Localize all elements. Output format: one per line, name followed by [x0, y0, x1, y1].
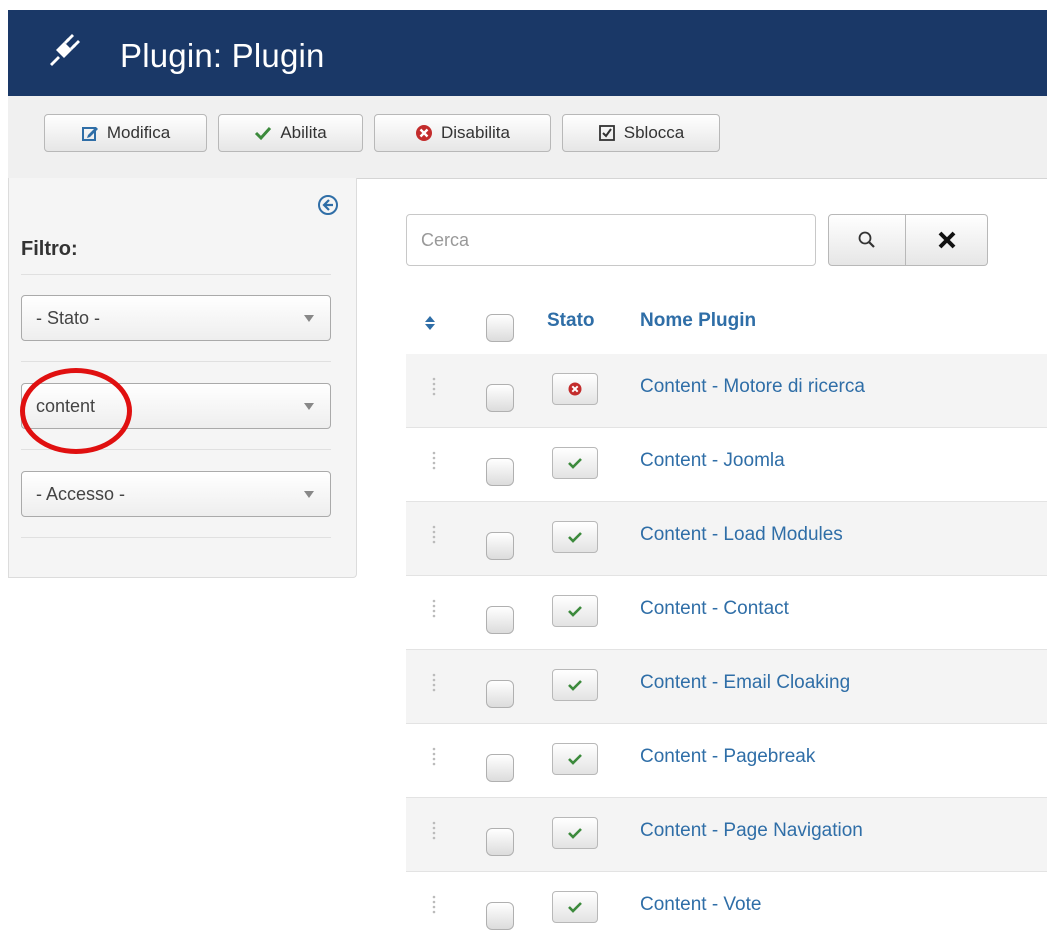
table-row: Content - Load Modules	[406, 502, 1047, 576]
chevron-down-icon	[304, 491, 314, 498]
plugin-name-link[interactable]: Content - Email Cloaking	[640, 672, 850, 694]
check-icon	[568, 754, 582, 765]
edit-button-label: Modifica	[106, 123, 171, 142]
table-row: Content - Page Navigation	[406, 798, 1047, 872]
check-icon	[568, 606, 582, 617]
disable-button[interactable]: Disabilita	[374, 114, 551, 152]
drag-handle-icon[interactable]	[432, 376, 436, 396]
row-checkbox[interactable]	[486, 754, 514, 782]
edit-icon	[81, 127, 98, 141]
status-enabled-button[interactable]	[552, 669, 598, 701]
table-row: Content - Motore di ricerca	[406, 354, 1047, 428]
status-enabled-button[interactable]	[552, 743, 598, 775]
clear-search-button[interactable]	[906, 214, 988, 266]
column-header-name[interactable]: Nome Plugin	[640, 310, 756, 332]
search-input[interactable]	[406, 214, 816, 266]
filter-sidebar: Filtro: - Stato - content - Accesso -	[8, 178, 357, 578]
check-icon	[568, 458, 582, 469]
page-title: Plugin: Plugin	[120, 37, 325, 74]
table-row: Content - Joomla	[406, 428, 1047, 502]
table-row: Content - Email Cloaking	[406, 650, 1047, 724]
sort-icon[interactable]	[424, 314, 436, 332]
arrow-left-circle-icon[interactable]	[317, 194, 339, 216]
table-row: Content - Contact	[406, 576, 1047, 650]
unlock-button-label: Sblocca	[623, 123, 685, 142]
search-button[interactable]	[828, 214, 906, 266]
drag-handle-icon[interactable]	[432, 746, 436, 766]
plugin-name-link[interactable]: Content - Contact	[640, 598, 789, 620]
state-filter-value: - Stato -	[36, 307, 101, 328]
select-all-checkbox[interactable]	[486, 314, 514, 342]
drag-handle-icon[interactable]	[432, 450, 436, 470]
plugin-name-link[interactable]: Content - Pagebreak	[640, 746, 815, 768]
table-row: Content - Vote	[406, 872, 1047, 936]
type-filter-select[interactable]: content	[21, 383, 331, 429]
plugin-name-link[interactable]: Content - Motore di ricerca	[640, 376, 865, 398]
drag-handle-icon[interactable]	[432, 524, 436, 544]
plugin-name-link[interactable]: Content - Page Navigation	[640, 820, 863, 842]
row-checkbox[interactable]	[486, 606, 514, 634]
check-icon	[255, 126, 272, 141]
edit-button[interactable]: Modifica	[44, 114, 207, 152]
divider	[21, 361, 331, 362]
row-checkbox[interactable]	[486, 532, 514, 560]
status-enabled-button[interactable]	[552, 817, 598, 849]
check-icon	[568, 532, 582, 543]
type-filter-value: content	[36, 395, 96, 416]
row-checkbox[interactable]	[486, 828, 514, 856]
remove-circle-icon	[416, 125, 432, 141]
chevron-down-icon	[304, 315, 314, 322]
status-disabled-button[interactable]	[552, 373, 598, 405]
divider	[21, 274, 331, 275]
drag-handle-icon[interactable]	[432, 598, 436, 618]
status-enabled-button[interactable]	[552, 891, 598, 923]
row-checkbox[interactable]	[486, 680, 514, 708]
search-icon	[858, 231, 875, 248]
close-icon	[938, 231, 955, 249]
access-filter-select[interactable]: - Accesso -	[21, 471, 331, 517]
column-header-state[interactable]: Stato	[547, 310, 595, 332]
plug-icon	[50, 34, 80, 66]
status-enabled-button[interactable]	[552, 595, 598, 627]
row-checkbox[interactable]	[486, 458, 514, 486]
disable-button-label: Disabilita	[441, 123, 510, 142]
plugin-name-link[interactable]: Content - Joomla	[640, 450, 785, 472]
divider	[21, 449, 331, 450]
plugin-name-link[interactable]: Content - Vote	[640, 894, 761, 916]
state-filter-select[interactable]: - Stato -	[21, 295, 331, 341]
remove-circle-icon	[568, 382, 582, 396]
divider	[21, 537, 331, 538]
chevron-down-icon	[304, 403, 314, 410]
check-icon	[568, 902, 582, 913]
drag-handle-icon[interactable]	[432, 894, 436, 914]
check-icon	[568, 680, 582, 691]
row-checkbox[interactable]	[486, 384, 514, 412]
status-enabled-button[interactable]	[552, 521, 598, 553]
enable-button[interactable]: Abilita	[218, 114, 363, 152]
drag-handle-icon[interactable]	[432, 820, 436, 840]
row-checkbox[interactable]	[486, 902, 514, 930]
checkbox-icon	[598, 125, 615, 141]
filter-label: Filtro:	[21, 238, 78, 260]
enable-button-label: Abilita	[280, 123, 327, 142]
check-icon	[568, 828, 582, 839]
access-filter-value: - Accesso -	[36, 483, 126, 504]
unlock-button[interactable]: Sblocca	[562, 114, 720, 152]
toolbar: Modifica Abilita Disabilita Sblocca	[8, 96, 1047, 179]
table-row: Content - Pagebreak	[406, 724, 1047, 798]
drag-handle-icon[interactable]	[432, 672, 436, 692]
page-header: Plugin: Plugin	[8, 10, 1047, 96]
status-enabled-button[interactable]	[552, 447, 598, 479]
plugin-name-link[interactable]: Content - Load Modules	[640, 524, 843, 546]
